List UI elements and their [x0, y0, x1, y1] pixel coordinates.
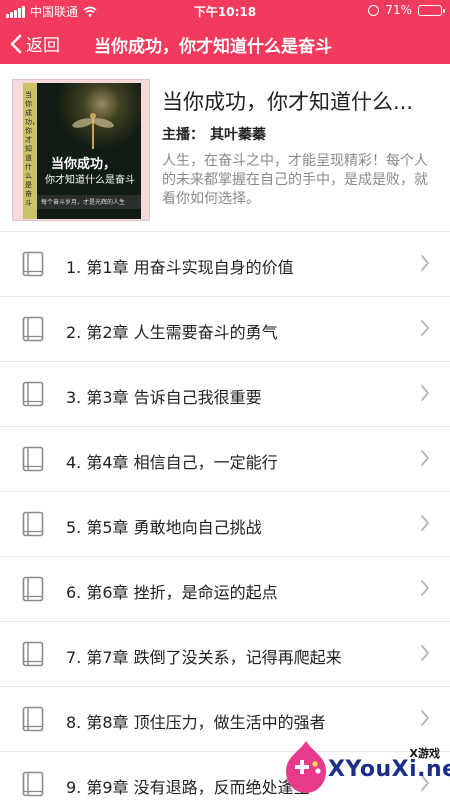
- chapter-title: 3. 第3章 告诉自己我很重要: [66, 388, 262, 407]
- chapter-row[interactable]: 3. 第3章 告诉自己我很重要: [0, 362, 450, 427]
- chevron-right-icon: [421, 710, 429, 726]
- chevron-right-icon: [421, 580, 429, 596]
- watermark: X游戏 XYouXi.net: [282, 735, 450, 800]
- chapter-row[interactable]: 1. 第1章 用奋斗实现自身的价值: [0, 232, 450, 297]
- back-label: 返回: [26, 36, 60, 56]
- chapter-row[interactable]: 6. 第6章 挫折，是命运的起点: [0, 557, 450, 622]
- cover-subtitle: 每个奋斗岁月，才是光辉的人生: [41, 199, 126, 206]
- status-right: 71%: [368, 3, 445, 17]
- chevron-right-icon: [421, 645, 429, 661]
- game-controller-logo: [286, 741, 326, 793]
- chevron-right-icon: [421, 450, 429, 466]
- cover-title-line1: 当你成功，: [51, 157, 117, 172]
- book-icon: [22, 511, 44, 537]
- chapter-row[interactable]: 5. 第5章 勇敢地向自己挑战: [0, 492, 450, 557]
- chapter-title: 4. 第4章 相信自己，一定能行: [66, 453, 278, 472]
- dragonfly-icon: [72, 113, 114, 149]
- chapter-title: 1. 第1章 用奋斗实现自身的价值: [66, 258, 294, 277]
- rotation-lock-icon: [368, 4, 380, 16]
- nav-bar: 返回 当你成功，你才知道什么是奋斗: [0, 22, 450, 64]
- chapter-title: 7. 第7章 跌倒了没关系，记得再爬起来: [66, 648, 342, 667]
- chapter-row[interactable]: 2. 第2章 人生需要奋斗的勇气: [0, 297, 450, 362]
- chevron-right-icon: [421, 255, 429, 271]
- chapter-row[interactable]: 4. 第4章 相信自己，一定能行: [0, 427, 450, 492]
- chapter-title: 6. 第6章 挫折，是命运的起点: [66, 583, 278, 602]
- book-icon: [22, 381, 44, 407]
- host-label: 主播：: [162, 127, 204, 143]
- chapter-row[interactable]: 7. 第7章 跌倒了没关系，记得再爬起来: [0, 622, 450, 687]
- chapter-title: 2. 第2章 人生需要奋斗的勇气: [66, 323, 278, 342]
- book-icon: [22, 771, 44, 797]
- book-icon: [22, 576, 44, 602]
- book-description: 人生，在奋斗之中，才能呈现精彩！每个人的未来都掌握在自己的手中，是成是败，就看你…: [162, 153, 428, 207]
- battery-percent: 71%: [385, 3, 412, 17]
- chevron-right-icon: [421, 320, 429, 336]
- book-icon: [22, 251, 44, 277]
- chevron-right-icon: [421, 385, 429, 401]
- watermark-site: XYouXi.net: [328, 757, 450, 782]
- chapter-title: 5. 第5章 勇敢地向自己挑战: [66, 518, 262, 537]
- chapter-title: 8. 第8章 顶住压力，做生活中的强者: [66, 713, 326, 732]
- cover-art: 当你成功，你才知道什么是奋斗 当你成功， 你才知道什么是奋斗 每个奋斗岁月，才是…: [23, 83, 141, 219]
- back-button[interactable]: 返回: [10, 31, 60, 56]
- top-bar: 中国联通 下午10:18 71% 返回 当你成功，你才知道什么是奋斗: [0, 0, 450, 64]
- chapter-list: 1. 第1章 用奋斗实现自身的价值 2. 第2章 人生需要奋斗的勇气 3. 第3章 …: [0, 232, 450, 800]
- cover-spine-text: 当你成功，你才知道什么是奋斗: [25, 91, 39, 207]
- book-icon: [22, 316, 44, 342]
- status-bar: 中国联通 下午10:18 71%: [0, 0, 450, 22]
- book-icon: [22, 446, 44, 472]
- chevron-left-icon: [10, 34, 22, 53]
- host-name: 其叶蓁蓁: [210, 127, 266, 143]
- chevron-right-icon: [421, 515, 429, 531]
- book-icon: [22, 641, 44, 667]
- host-line: 主播： 其叶蓁蓁: [162, 124, 266, 144]
- page-title: 当你成功，你才知道什么是奋斗: [94, 37, 332, 57]
- chapter-title: 9. 第9章 没有退路，反而绝处逢生: [66, 778, 310, 797]
- cover-title-line2: 你才知道什么是奋斗: [45, 175, 135, 186]
- book-cover: 当你成功，你才知道什么是奋斗 当你成功， 你才知道什么是奋斗 每个奋斗岁月，才是…: [12, 79, 150, 221]
- book-icon: [22, 706, 44, 732]
- battery-icon: [418, 4, 445, 16]
- book-title: 当你成功，你才知道什么...: [162, 90, 414, 114]
- book-header: 当你成功，你才知道什么是奋斗 当你成功， 你才知道什么是奋斗 每个奋斗岁月，才是…: [0, 64, 450, 232]
